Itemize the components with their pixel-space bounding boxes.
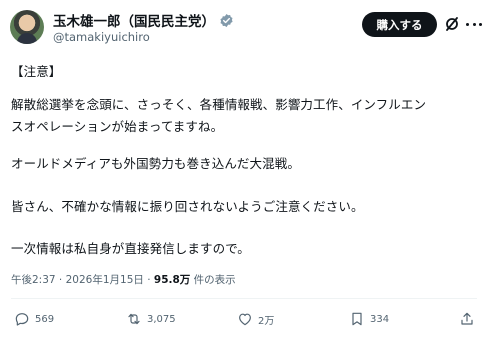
- meta-separator: ·: [55, 274, 66, 286]
- verified-badge-icon[interactable]: [219, 13, 234, 28]
- action-bar: 569 3,075 2万 334: [0, 311, 488, 333]
- bookmark-icon: [352, 312, 362, 326]
- post-date[interactable]: 2026年1月15日: [66, 274, 144, 286]
- repost-count: 3,075: [147, 313, 176, 325]
- reply-count: 569: [35, 313, 55, 325]
- repost-icon: [128, 313, 140, 325]
- author-name-row: 玉木雄一郎（国民民主党）: [53, 10, 234, 30]
- avatar[interactable]: [10, 10, 44, 44]
- bookmark-count: 334: [370, 313, 390, 325]
- share-icon: [461, 312, 473, 325]
- post-line-heading: 【注意】: [11, 64, 62, 79]
- bookmark-button[interactable]: 334: [349, 311, 389, 327]
- more-icon[interactable]: [466, 18, 482, 30]
- share-button[interactable]: [459, 311, 480, 327]
- more-dot: [466, 22, 469, 26]
- grok-icon[interactable]: [444, 16, 460, 32]
- like-button[interactable]: 2万: [237, 311, 274, 327]
- post-line: 一次情報は私自身が直接発信しますので。: [11, 241, 250, 256]
- post-time[interactable]: 午後2:37: [11, 274, 56, 286]
- views-count: 95.8万: [153, 274, 191, 286]
- reply-button[interactable]: 569: [14, 311, 54, 327]
- post-line: オールドメディアも外国勢力も巻き込んだ大混戦。: [11, 156, 300, 171]
- meta-separator: ·: [143, 274, 154, 286]
- post-line: 解散総選挙を念頭に、さっそく、各種情報戦、影響力工作、インフルエン: [11, 97, 427, 112]
- author-handle[interactable]: @tamakiyuichiro: [53, 30, 150, 44]
- reply-icon: [15, 313, 29, 326]
- more-dot: [472, 22, 476, 26]
- post-line: スオペレーションが始まってますね。: [11, 119, 224, 134]
- post-meta: 午後2:37 · 2026年1月15日 · 95.8万 件の表示: [11, 272, 236, 287]
- divider: [11, 298, 477, 299]
- more-dot: [479, 22, 482, 26]
- heart-icon: [239, 313, 251, 326]
- post-header: 玉木雄一郎（国民民主党） @tamakiyuichiro 購入する: [0, 0, 488, 52]
- author-name[interactable]: 玉木雄一郎（国民民主党）: [53, 10, 215, 30]
- views-label: 件の表示: [190, 274, 236, 286]
- post-line: 皆さん、不確かな情報に振り回されないようご注意ください。: [11, 199, 364, 214]
- buy-button[interactable]: 購入する: [362, 12, 437, 37]
- like-count: 2万: [258, 315, 275, 327]
- repost-button[interactable]: 3,075: [126, 311, 176, 327]
